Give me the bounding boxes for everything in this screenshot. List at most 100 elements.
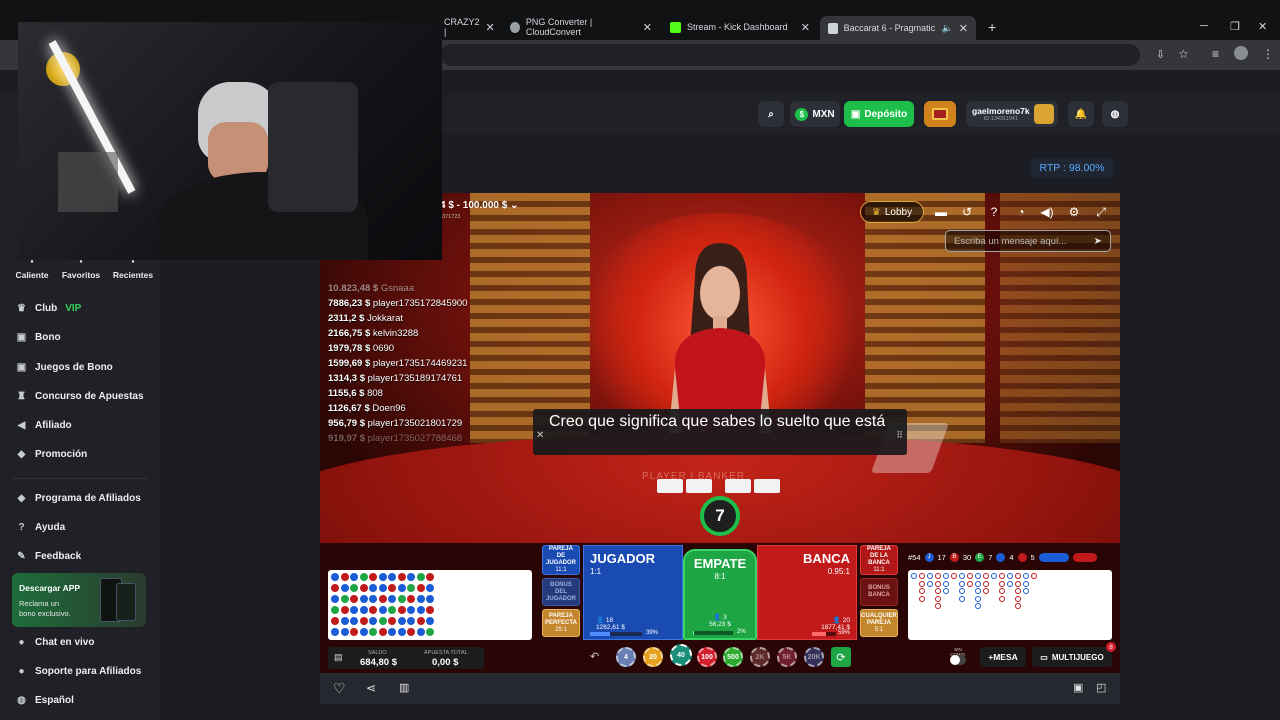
- speaker-icon[interactable]: 🔈: [942, 23, 953, 34]
- bet-limits[interactable]: 4 $ - 100.000 $ ⌄: [440, 200, 518, 211]
- banker-bet[interactable]: BANCA 0.95:1 👤 20 1877,41 $ 59%: [757, 545, 857, 640]
- sidebar-item-feedback[interactable]: ✎ Feedback: [16, 551, 81, 562]
- menu-list-icon[interactable]: ≡: [1212, 47, 1219, 61]
- new-tab-button[interactable]: +: [980, 16, 1000, 38]
- banker-bet-label: BANCA: [803, 551, 850, 566]
- player-bonus-bet[interactable]: BONUS DEL JUGADOR: [542, 578, 580, 606]
- chip-500[interactable]: 500: [723, 647, 743, 667]
- theater-mode-icon[interactable]: ▣: [1073, 681, 1083, 694]
- big-road-marker: [935, 603, 941, 609]
- bead-road-marker: [388, 595, 396, 603]
- chip-20k[interactable]: 20K: [804, 647, 824, 667]
- currency-selector[interactable]: $ MXN: [790, 101, 840, 127]
- player-pair-bet[interactable]: PAREJA DE JUGADOR 11:1: [542, 545, 580, 575]
- app-promo-banner[interactable]: Descargar APP Reclama un bono exclusivo.: [12, 573, 146, 627]
- install-icon[interactable]: ⇩: [1156, 48, 1165, 61]
- baccarat-game[interactable]: PLAYER | BANKER 4 $ - 100.000 $ ⌄ 371723…: [320, 193, 1120, 673]
- username: gaelmoreno7k: [972, 106, 1030, 116]
- sidebar-item-juegos-de-bono[interactable]: ▣ Juegos de Bono: [16, 362, 113, 373]
- chip-20[interactable]: 20: [643, 647, 663, 667]
- banker-pair-marker-icon: [1017, 553, 1027, 562]
- either-pair-bet[interactable]: CUALQUIER PAREJA 5:1: [860, 609, 898, 637]
- notifications-button[interactable]: 🔔: [1068, 101, 1094, 127]
- sidebar-item-ayuda[interactable]: ? Ayuda: [16, 522, 65, 533]
- tab-crazy2[interactable]: CRAZY2 | ✕: [436, 16, 498, 38]
- send-icon[interactable]: ➤: [1094, 236, 1102, 247]
- chip-4[interactable]: 4: [616, 647, 636, 667]
- wallet-icon: ▤: [334, 652, 343, 662]
- chip-40[interactable]: 40: [670, 644, 692, 666]
- sidebar-item-programa-afiliados[interactable]: ◆ Programa de Afiliados: [16, 493, 141, 504]
- tab-cloudconvert[interactable]: PNG Converter | CloudConvert ✕: [502, 16, 660, 38]
- minimize-icon[interactable]: ─: [1200, 20, 1208, 32]
- fullscreen-icon[interactable]: ⤢: [1092, 203, 1110, 221]
- banker-bonus-bet[interactable]: BONUS BANCA: [860, 578, 898, 606]
- deposit-button[interactable]: ▣ Depósito: [844, 101, 914, 127]
- close-icon[interactable]: ✕: [801, 21, 810, 34]
- kebab-menu-icon[interactable]: ⋮: [1262, 47, 1274, 61]
- picture-in-picture-icon[interactable]: ◰: [1096, 681, 1106, 694]
- language-button[interactable]: ◍: [1102, 101, 1128, 127]
- stats-icon[interactable]: ▥: [399, 681, 409, 694]
- tab-baccarat[interactable]: Baccarat 6 - Pragmatic Play 🔈 ✕: [820, 16, 976, 40]
- volume-icon[interactable]: ◀): [1038, 203, 1056, 221]
- tie-marker-icon: E: [975, 553, 985, 562]
- sidebar-item-chat[interactable]: ● Chat en vivo: [16, 637, 94, 648]
- chip-2k[interactable]: 2K: [750, 647, 770, 667]
- banker-ask-button[interactable]: [1072, 553, 1097, 562]
- sidebar-item-bono[interactable]: ▣ Bono: [16, 332, 61, 343]
- bead-road-marker: [340, 595, 349, 603]
- chat-input[interactable]: Escriba un mensaje aquí... ➤: [945, 230, 1111, 252]
- tie-odds: 8:1: [714, 572, 726, 581]
- heart-icon[interactable]: ♡: [333, 680, 346, 697]
- drag-handle-icon[interactable]: ⠿: [896, 425, 903, 446]
- player-pairs-count: 4: [1009, 553, 1014, 562]
- treasure-chest-button[interactable]: [924, 101, 956, 127]
- chip-5k[interactable]: 5K: [777, 647, 797, 667]
- star-icon[interactable]: ☆: [1178, 47, 1189, 61]
- player-ask-button[interactable]: [1038, 553, 1069, 562]
- sidebar-item-language[interactable]: ◍ Español: [16, 695, 74, 706]
- more-tables-button[interactable]: +MESA: [980, 647, 1026, 667]
- address-field[interactable]: [440, 44, 1140, 66]
- user-profile[interactable]: gaelmoreno7k ID:134311041: [966, 101, 1058, 127]
- multigame-button[interactable]: ▭ MULTIJUEGO: [1032, 647, 1112, 667]
- no-commission-toggle[interactable]: [950, 655, 966, 665]
- undo-icon[interactable]: ↶: [590, 650, 599, 663]
- close-icon[interactable]: ✕: [643, 21, 652, 34]
- sidebar-item-club-vip[interactable]: ♛ Club VIP: [16, 303, 81, 314]
- profile-avatar[interactable]: [1234, 46, 1248, 60]
- winner-row: 1979,78 $ 0690: [328, 343, 395, 354]
- sidebar-item-soporte[interactable]: ● Soporte para Afiliados: [16, 666, 141, 677]
- history-icon[interactable]: ↺: [958, 203, 976, 221]
- sidebar-item-promocion[interactable]: ◆ Promoción: [16, 449, 88, 460]
- big-road-marker: [1023, 588, 1029, 594]
- help-icon: ?: [18, 522, 25, 533]
- chat-toggle-icon[interactable]: ▬: [932, 203, 950, 221]
- rebet-button[interactable]: ⟳: [831, 647, 851, 667]
- close-icon[interactable]: ✕: [959, 22, 968, 35]
- sidebar-item-afiliado[interactable]: ◀ Afiliado: [16, 420, 72, 431]
- close-icon[interactable]: ✕: [486, 21, 495, 34]
- tab-kick-dashboard[interactable]: Stream - Kick Dashboard ✕: [662, 16, 818, 38]
- close-window-icon[interactable]: ✕: [1258, 20, 1267, 33]
- share-icon[interactable]: ⋖: [366, 681, 376, 695]
- banker-pair-bet[interactable]: PAREJA DE LA BANCA 11:1: [860, 545, 898, 575]
- lobby-button[interactable]: ♛ Lobby: [860, 201, 924, 223]
- big-road: [908, 570, 1112, 640]
- maximize-icon[interactable]: ❐: [1230, 20, 1240, 33]
- chip-100[interactable]: 100: [697, 647, 717, 667]
- live-subtitle: ✕ Creo que significa que sabes lo suelto…: [533, 409, 907, 455]
- sidebar-item-label: Afiliado: [35, 420, 72, 431]
- video-quality-icon[interactable]: ◔: [1012, 203, 1030, 221]
- tie-bet[interactable]: EMPATE 8:1 👤 3 56,23 $ 2%: [683, 549, 757, 640]
- winner-row: 10.823,48 $ Gsnaaa: [328, 283, 415, 294]
- player-bet[interactable]: JUGADOR 1:1 👤 18 1262,61 $ 39%: [583, 545, 683, 640]
- close-icon[interactable]: ✕: [536, 425, 544, 446]
- search-button[interactable]: ⌕: [758, 101, 784, 127]
- settings-icon[interactable]: ⚙: [1065, 203, 1083, 221]
- road-stats: #54 J 17 B 30 E7 4 5: [908, 553, 1097, 562]
- sidebar-item-concurso[interactable]: ♜ Concurso de Apuestas: [16, 391, 144, 402]
- help-icon[interactable]: ?: [985, 203, 1003, 221]
- perfect-pair-bet[interactable]: PAREJA PERFECTA 25:1: [542, 609, 580, 637]
